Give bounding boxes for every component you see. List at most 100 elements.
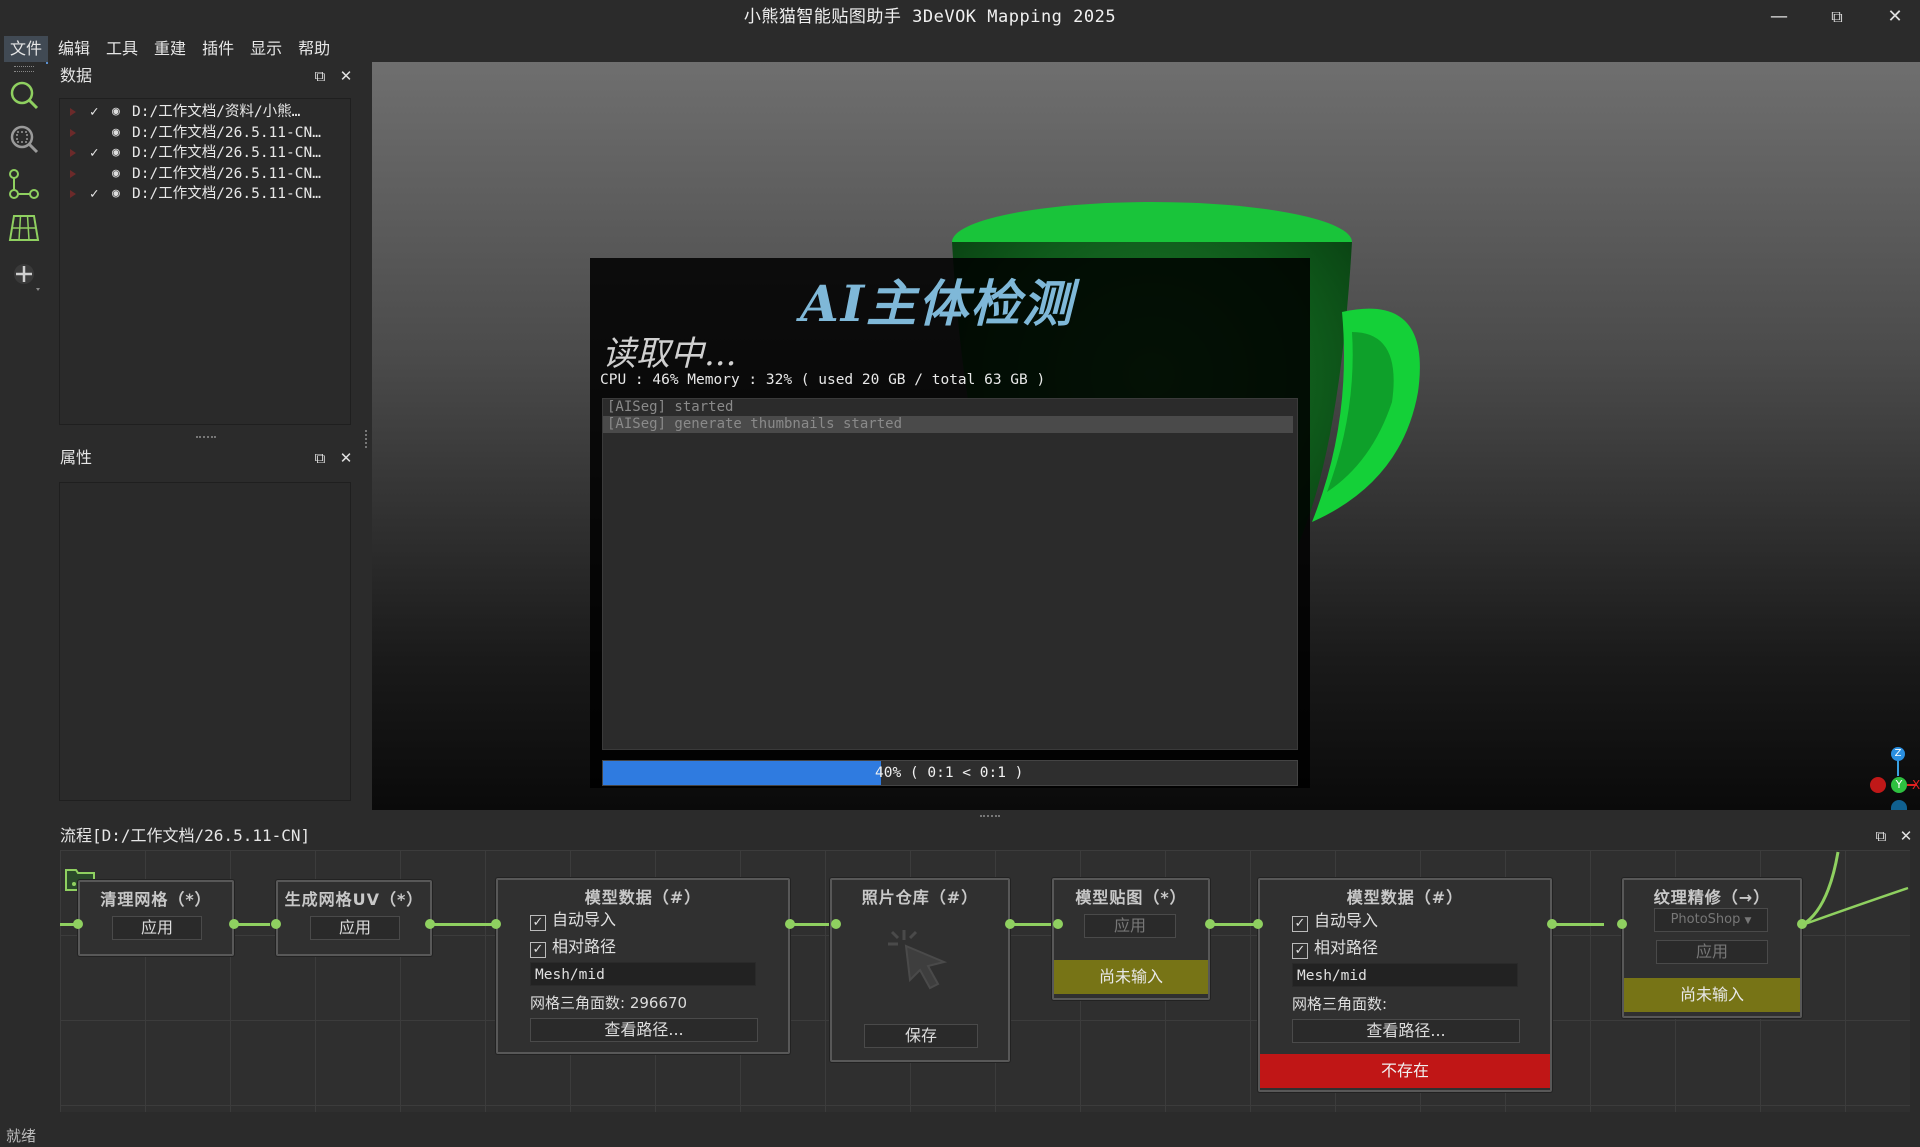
splitter-handle[interactable] [980, 815, 1000, 817]
input-port[interactable] [1253, 919, 1263, 929]
splitter-handle[interactable] [196, 436, 216, 438]
dialog-title: AI主体检测 [800, 274, 1075, 333]
z-axis-label: Z [1891, 747, 1905, 761]
zoom-fit-icon[interactable] [6, 122, 42, 158]
apply-button[interactable]: 应用 [1084, 914, 1176, 938]
apply-button[interactable]: 应用 [112, 916, 202, 940]
expand-arrow-icon[interactable] [70, 190, 76, 198]
view-path-button[interactable]: 查看路径... [1292, 1019, 1520, 1043]
triangle-count: 网格三角面数: 296670 [530, 994, 688, 1012]
output-port[interactable] [1005, 919, 1015, 929]
menu-view[interactable]: 显示 [244, 36, 288, 62]
eye-icon: ◉ [112, 145, 120, 160]
flow-editor[interactable]: 清理网格（*） 应用 生成网格UV（*） 应用 模型数据（#） ✓ 自动导入 ✓ 相… [58, 850, 1920, 1118]
flow-title: 流程[D:/工作文档/26.5.11-CN] [60, 826, 311, 845]
menu-tools[interactable]: 工具 [100, 36, 144, 62]
menu-file[interactable]: 文件 [4, 36, 49, 64]
checkbox-icon: ✓ [530, 942, 546, 958]
float-panel-icon[interactable]: ⧉ [311, 449, 329, 467]
auto-import-checkbox[interactable]: ✓ 自动导入 [530, 906, 616, 931]
menu-help[interactable]: 帮助 [292, 36, 336, 62]
visibility-checkbox[interactable]: ✓ [90, 184, 104, 204]
node-generate-uv[interactable]: 生成网格UV（*） 应用 [276, 880, 432, 956]
y-axis-label: Y [1891, 777, 1907, 793]
input-port[interactable] [491, 919, 501, 929]
data-panel-title: 数据 [60, 66, 93, 85]
status-text: 就绪 [6, 1127, 37, 1145]
input-port[interactable] [1053, 919, 1063, 929]
expand-arrow-icon[interactable] [70, 108, 76, 116]
dialog-status: 读取中... [602, 334, 737, 374]
relative-path-checkbox[interactable]: ✓ 相对路径 [1292, 934, 1378, 959]
output-port[interactable] [1797, 919, 1807, 929]
grid-plane-icon[interactable] [6, 210, 42, 246]
move-icon[interactable] [6, 258, 42, 294]
expand-arrow-icon[interactable] [70, 169, 76, 178]
close-panel-icon[interactable]: ✕ [337, 67, 355, 85]
properties-view [59, 482, 351, 801]
restore-button[interactable]: ⧉ [1808, 0, 1866, 34]
float-panel-icon[interactable]: ⧉ [1872, 827, 1890, 845]
progress-bar: 40% ( 0:1 < 0:1 ) [602, 760, 1298, 786]
float-panel-icon[interactable]: ⧉ [311, 67, 329, 85]
neg-x-axis-dot [1870, 777, 1886, 793]
app-title: 小熊猫智能贴图助手 3DeVOK Mapping 2025 [743, 7, 1117, 27]
auto-import-checkbox[interactable]: ✓ 自动导入 [1292, 907, 1378, 932]
view-path-button[interactable]: 查看路径... [530, 1018, 758, 1042]
node-title: 模型贴图（*） [1075, 888, 1187, 907]
tree-item-path: D:/工作文档/26.5.11-CN… [132, 124, 321, 141]
menu-plugins[interactable]: 插件 [196, 36, 240, 62]
output-port[interactable] [1547, 919, 1557, 929]
node-title: 照片仓库（#） [861, 888, 979, 907]
log-view[interactable]: [AISeg] started [AISeg] generate thumbna… [602, 398, 1298, 750]
menu-edit[interactable]: 编辑 [52, 36, 96, 62]
vertical-splitter[interactable] [365, 430, 367, 448]
input-port[interactable] [1617, 919, 1627, 929]
axis-gizmo[interactable]: Z Y X [1850, 736, 1920, 810]
node-model-texture[interactable]: 模型贴图（*） 应用 尚未输入 [1052, 878, 1210, 1000]
toolbar-grip[interactable] [14, 66, 34, 72]
eye-icon: ◉ [112, 124, 120, 140]
output-port[interactable] [229, 919, 239, 929]
tool-select[interactable]: PhotoShop ▼ [1654, 908, 1768, 932]
node-title: 模型数据（#） [1346, 888, 1464, 907]
input-port[interactable] [271, 919, 281, 929]
relative-path-checkbox[interactable]: ✓ 相对路径 [530, 933, 616, 958]
output-port[interactable] [425, 919, 435, 929]
close-panel-icon[interactable]: ✕ [337, 449, 355, 467]
status-badge: 不存在 [1260, 1054, 1550, 1088]
output-port[interactable] [1205, 919, 1215, 929]
apply-button[interactable]: 应用 [1656, 940, 1768, 964]
input-port[interactable] [73, 919, 83, 929]
visibility-checkbox[interactable]: ✓ [90, 143, 104, 163]
flow-wire [1010, 923, 1054, 926]
node-model-data[interactable]: 模型数据（#） ✓ 自动导入 ✓ 相对路径 Mesh/mid 网格三角面数: 296… [496, 878, 790, 1054]
mesh-path-field[interactable]: Mesh/mid [530, 962, 756, 986]
apply-button[interactable]: 应用 [310, 916, 400, 940]
click-icon [888, 930, 948, 990]
tree-item-path: D:/工作文档/26.5.11-CN… [132, 165, 321, 182]
flow-wire-out [1801, 851, 1909, 927]
node-clean-mesh[interactable]: 清理网格（*） 应用 [78, 880, 234, 956]
minimize-button[interactable]: — [1750, 0, 1808, 34]
node-model-data[interactable]: 模型数据（#） ✓ 自动导入 ✓ 相对路径 Mesh/mid 网格三角面数: 查看路… [1258, 878, 1552, 1092]
mesh-path-field[interactable]: Mesh/mid [1292, 963, 1518, 987]
node-photo-repository[interactable]: 照片仓库（#） 保存 [830, 878, 1010, 1062]
checkbox-icon: ✓ [530, 915, 546, 931]
visibility-checkbox[interactable]: ✓ [90, 102, 104, 122]
input-port[interactable] [831, 919, 841, 929]
save-button[interactable]: 保存 [864, 1024, 978, 1048]
search-icon[interactable] [6, 78, 42, 114]
node-texture-refine[interactable]: 纹理精修（→） PhotoShop ▼ 应用 尚未输入 [1622, 878, 1802, 1018]
output-port[interactable] [785, 919, 795, 929]
expand-arrow-icon[interactable] [70, 149, 76, 157]
checkbox-icon: ✓ [1292, 943, 1308, 959]
nodes-icon[interactable] [6, 166, 42, 202]
3d-viewport[interactable]: Z Y X AI主体检测 读取中... CPU : 46% Memory : 3… [372, 62, 1920, 810]
ai-detection-dialog: AI主体检测 读取中... CPU : 46% Memory : 32% ( u… [590, 258, 1310, 788]
menu-reconstruct[interactable]: 重建 [148, 36, 192, 62]
expand-arrow-icon[interactable] [70, 128, 76, 137]
eye-icon: ◉ [112, 165, 120, 181]
close-panel-icon[interactable]: ✕ [1897, 827, 1915, 845]
close-button[interactable]: ✕ [1866, 0, 1920, 34]
